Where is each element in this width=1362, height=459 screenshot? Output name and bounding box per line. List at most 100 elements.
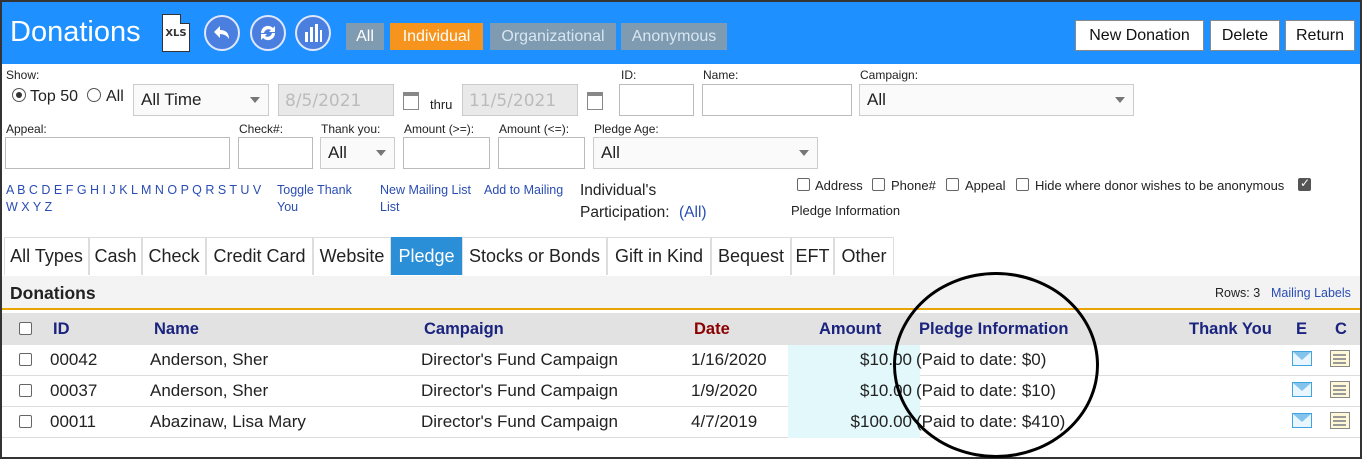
toggle-thank-you-link[interactable]: Toggle Thank You (277, 182, 352, 216)
thank-you-value: All (328, 143, 347, 162)
row-name[interactable]: Abazinaw, Lisa Mary (150, 412, 306, 432)
col-id[interactable]: ID (53, 320, 70, 339)
section-header: Donations Rows: 3 Mailing Labels (2, 276, 1360, 310)
table-row[interactable]: 00042 Anderson, Sher Director's Fund Cam… (2, 345, 1360, 376)
hide-anonymous-label: Hide where donor wishes to be anonymous (1035, 178, 1285, 193)
tab-all-types[interactable]: All Types (4, 237, 89, 275)
tab-gift-in-kind[interactable]: Gift in Kind (607, 237, 711, 275)
period-select[interactable]: All Time (133, 84, 269, 116)
rows-count: Rows: 3 (1215, 286, 1261, 300)
all-label: All (106, 88, 124, 105)
tab-pledge[interactable]: Pledge (391, 237, 462, 275)
row-id[interactable]: 00011 (50, 412, 96, 432)
row-checkbox[interactable] (19, 415, 32, 428)
table-row[interactable]: 00037 Anderson, Sher Director's Fund Cam… (2, 376, 1360, 407)
tab-eft[interactable]: EFT (791, 237, 834, 275)
tab-check[interactable]: Check (142, 237, 206, 275)
calendar-icon[interactable] (403, 92, 419, 110)
participation-value-link[interactable]: (All) (679, 204, 707, 222)
row-checkbox[interactable] (19, 384, 32, 397)
add-to-mailing-link[interactable]: Add to Mailing (484, 182, 563, 199)
chart-icon[interactable] (295, 15, 331, 51)
col-c[interactable]: C (1335, 320, 1347, 339)
show-label: Show: (6, 68, 40, 82)
new-donation-button[interactable]: New Donation (1075, 20, 1204, 51)
filter-individual-button[interactable]: Individual (390, 23, 483, 50)
chevron-down-icon (376, 150, 386, 156)
col-name[interactable]: Name (154, 320, 199, 339)
row-id[interactable]: 00037 (50, 381, 97, 401)
address-checkbox[interactable] (797, 178, 810, 191)
refresh-icon[interactable] (250, 15, 286, 51)
all-radio[interactable] (87, 88, 101, 102)
amount-le-label: Amount (<=): (499, 122, 570, 136)
col-date[interactable]: Date (694, 320, 730, 339)
col-thank-you[interactable]: Thank You (1189, 320, 1272, 339)
name-input[interactable] (702, 84, 852, 116)
hide-anonymous-checkbox[interactable] (1016, 178, 1029, 191)
col-campaign[interactable]: Campaign (424, 320, 504, 339)
alpha-links-line2[interactable]: W X Y Z (6, 199, 52, 216)
tab-other[interactable]: Other (834, 237, 894, 275)
tab-credit-card[interactable]: Credit Card (206, 237, 313, 275)
top50-radio[interactable] (12, 88, 26, 102)
appeal-checkbox[interactable] (946, 178, 959, 191)
toggle-thank-line2: You (277, 200, 299, 214)
tab-cash[interactable]: Cash (89, 237, 142, 275)
row-name[interactable]: Anderson, Sher (150, 381, 268, 401)
row-id[interactable]: 00042 (50, 350, 97, 370)
period-value: All Time (141, 90, 202, 109)
email-icon[interactable] (1292, 382, 1312, 397)
date-from-input[interactable]: 8/5/2021 (278, 84, 394, 116)
tab-stocks-or-bonds[interactable]: Stocks or Bonds (462, 237, 607, 275)
pledge-age-select[interactable]: All (593, 137, 818, 169)
tab-bequest[interactable]: Bequest (711, 237, 791, 275)
participation-label-2: Participation: (580, 204, 670, 221)
toggle-thank-line1: Toggle Thank (277, 183, 352, 197)
col-amount[interactable]: Amount (819, 320, 881, 339)
check-input[interactable] (238, 137, 313, 169)
xls-export-icon[interactable]: XLS (162, 14, 190, 52)
filter-all-button[interactable]: All (346, 23, 384, 50)
select-all-checkbox[interactable] (19, 322, 32, 335)
name-label: Name: (703, 68, 739, 82)
section-title: Donations (10, 283, 96, 303)
pledge-age-value: All (601, 143, 620, 162)
col-e[interactable]: E (1296, 320, 1307, 339)
filter-anonymous-button[interactable]: Anonymous (621, 23, 727, 50)
row-amount: $100.00 (850, 412, 912, 431)
new-mailing-list-link[interactable]: New Mailing List List (380, 182, 471, 216)
filter-organizational-button[interactable]: Organizational (490, 23, 616, 50)
return-button[interactable]: Return (1285, 20, 1355, 51)
pledge-info-checkbox[interactable] (1298, 176, 1311, 191)
id-label: ID: (621, 68, 637, 82)
contact-card-icon[interactable] (1330, 350, 1350, 367)
contact-card-icon[interactable] (1330, 381, 1350, 398)
email-icon[interactable] (1292, 413, 1312, 428)
appeal-input[interactable] (5, 137, 230, 169)
thank-you-select[interactable]: All (320, 137, 395, 169)
delete-button[interactable]: Delete (1210, 20, 1280, 51)
row-checkbox[interactable] (19, 353, 32, 366)
row-campaign: Director's Fund Campaign (421, 412, 618, 431)
campaign-select[interactable]: All (859, 84, 1134, 116)
calendar-icon[interactable] (587, 92, 603, 110)
amount-le-input[interactable] (498, 137, 585, 169)
top50-label: Top 50 (30, 88, 79, 105)
date-to-input[interactable]: 11/5/2021 (462, 84, 578, 116)
amount-ge-input[interactable] (403, 137, 490, 169)
tab-website[interactable]: Website (313, 237, 391, 275)
header-bar: Donations XLS All Individual Organizatio… (2, 2, 1360, 64)
contact-card-icon[interactable] (1330, 412, 1350, 429)
row-name[interactable]: Anderson, Sher (150, 350, 268, 370)
email-icon[interactable] (1292, 351, 1312, 366)
id-input[interactable] (619, 84, 694, 116)
alpha-links-line1[interactable]: A B C D E F G H I J K L M N O P Q R S T … (6, 182, 261, 199)
pledge-info-label: Pledge Information (791, 203, 901, 218)
phone-checkbox[interactable] (872, 178, 885, 191)
chevron-down-icon (250, 97, 260, 103)
undo-icon[interactable] (204, 15, 240, 51)
table-row[interactable]: 00011 Abazinaw, Lisa Mary Director's Fun… (2, 407, 1360, 438)
address-label: Address (815, 178, 863, 193)
mailing-labels-link[interactable]: Mailing Labels (1271, 286, 1351, 300)
